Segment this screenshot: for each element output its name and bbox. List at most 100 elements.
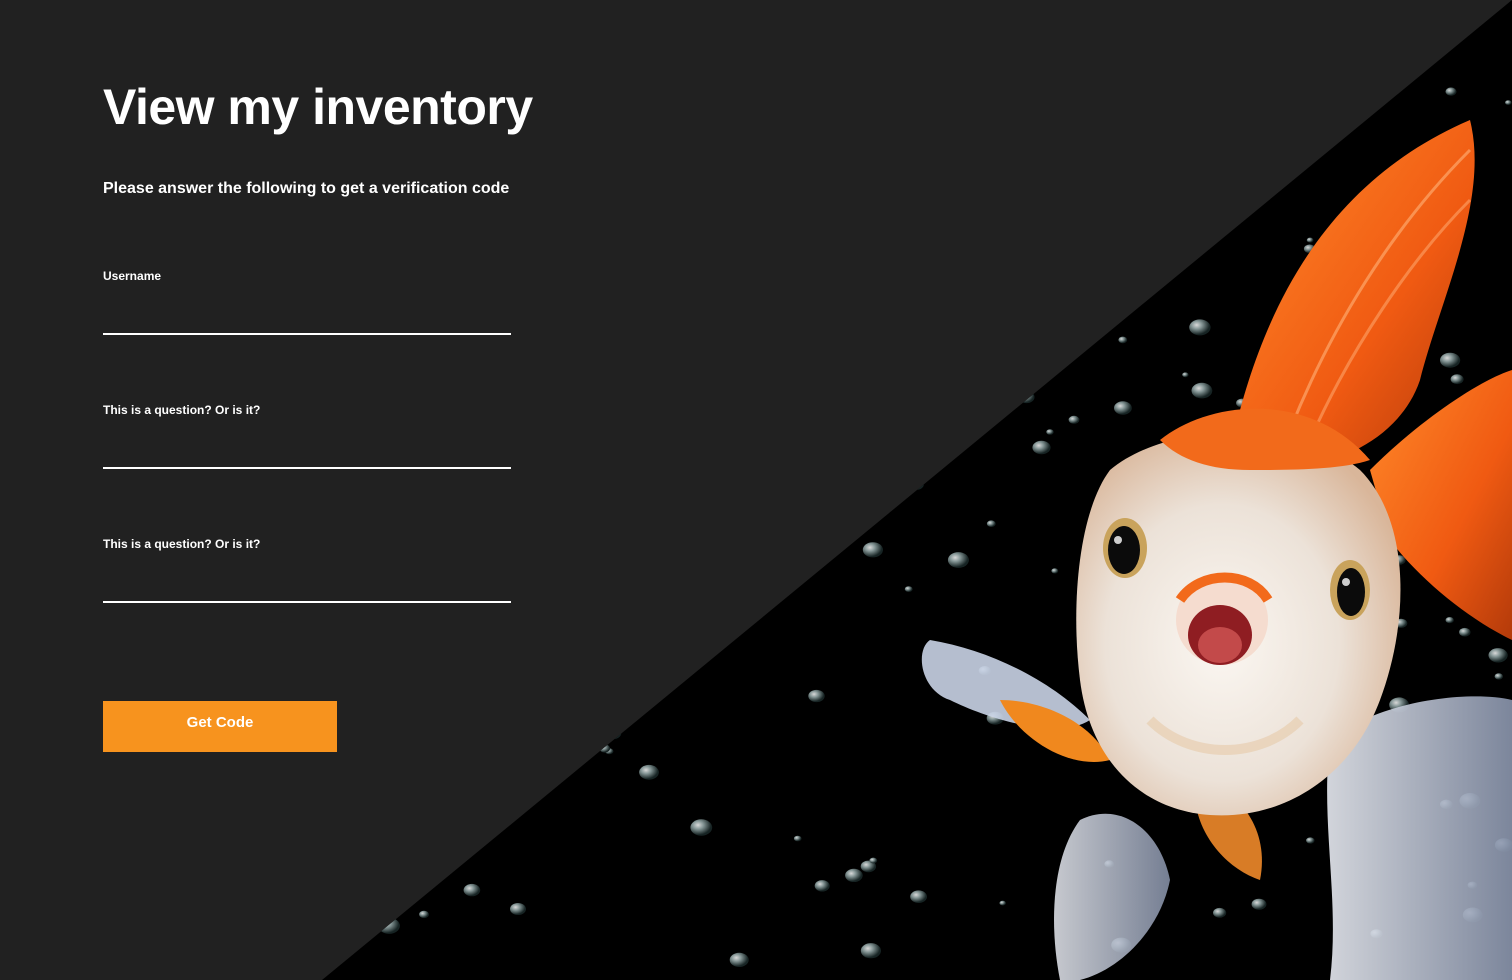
bubble — [1060, 162, 1073, 172]
bubble — [605, 726, 622, 740]
bubble — [614, 359, 635, 376]
bubble — [611, 131, 624, 140]
bubble — [599, 744, 611, 753]
verification-form: View my inventory Please answer the foll… — [103, 0, 563, 980]
bubble — [814, 880, 830, 892]
bubble — [1182, 372, 1189, 378]
bubble — [1251, 898, 1267, 910]
bubble — [856, 477, 868, 485]
bubble — [858, 167, 865, 173]
bubble — [613, 194, 626, 203]
bubble — [869, 306, 888, 321]
bubble — [805, 336, 825, 351]
bubble — [687, 300, 702, 312]
bubble — [1450, 374, 1464, 385]
bubble — [900, 142, 912, 152]
bubble — [809, 424, 828, 439]
bubble — [612, 296, 634, 312]
bubble — [971, 380, 980, 388]
bubble — [603, 684, 612, 692]
bubble — [618, 442, 633, 454]
bubble — [841, 420, 856, 432]
bubble — [911, 459, 921, 467]
bubble — [681, 110, 697, 123]
bubble — [862, 542, 884, 558]
bubble — [744, 151, 765, 167]
bubble — [1494, 673, 1504, 680]
form-subtitle: Please answer the following to get a ver… — [103, 180, 510, 197]
page-title: View my inventory — [103, 79, 533, 135]
bubble — [592, 346, 612, 361]
question-1-label: This is a question? Or is it? — [103, 403, 261, 417]
bubble — [909, 478, 924, 490]
bubble — [1191, 382, 1213, 399]
bubble — [1095, 207, 1106, 215]
question-2-field-group: This is a question? Or is it? — [103, 537, 511, 603]
bubble — [910, 890, 927, 903]
bubble — [949, 367, 956, 373]
bubble — [986, 520, 996, 527]
bubble — [905, 473, 925, 488]
bubble — [1046, 429, 1054, 435]
bubble — [1306, 837, 1315, 844]
bubble — [793, 835, 802, 842]
bubble — [590, 434, 597, 440]
bubble — [1124, 236, 1134, 244]
bubble — [1032, 440, 1051, 455]
bubble — [838, 149, 861, 166]
bubble — [716, 111, 724, 118]
bubble — [1189, 319, 1211, 336]
bubble — [610, 479, 626, 490]
bubble — [1068, 415, 1080, 424]
bubble — [593, 353, 607, 363]
question-1-input[interactable] — [103, 439, 511, 469]
bubble — [1440, 352, 1461, 368]
bubble — [692, 635, 700, 641]
bubble — [902, 288, 919, 301]
bubble — [1118, 336, 1128, 344]
bubble — [718, 579, 734, 591]
bubble — [625, 632, 638, 643]
bubble — [904, 586, 913, 592]
bubble — [839, 161, 862, 178]
bubble — [589, 587, 606, 600]
bubble — [947, 552, 969, 568]
bubble — [690, 819, 713, 836]
bubble — [1505, 100, 1512, 105]
bubble — [1114, 401, 1132, 415]
bubble — [907, 132, 919, 141]
bubble — [658, 85, 672, 95]
bubble — [1182, 176, 1196, 187]
bubble — [845, 868, 863, 883]
bubble — [869, 857, 878, 864]
bubble — [650, 399, 662, 409]
bubble — [999, 900, 1006, 906]
bubble — [874, 194, 893, 209]
bubble — [780, 247, 798, 260]
bubble — [1051, 568, 1059, 574]
bubble — [729, 952, 749, 968]
question-2-input[interactable] — [103, 573, 511, 603]
username-input[interactable] — [103, 305, 511, 335]
bubble — [1306, 237, 1314, 243]
question-1-field-group: This is a question? Or is it? — [103, 403, 511, 469]
bubble — [575, 433, 593, 447]
bubble — [1488, 648, 1508, 663]
bubble — [860, 943, 882, 959]
bubble — [728, 289, 746, 303]
bubble — [1445, 87, 1457, 96]
bubble — [1217, 144, 1230, 154]
bubble — [807, 360, 827, 376]
bubble — [1213, 907, 1227, 918]
bubble — [1098, 153, 1113, 164]
bubble — [1445, 617, 1454, 624]
bubble — [1012, 200, 1030, 214]
get-code-button[interactable]: Get Code — [103, 701, 337, 752]
question-2-label: This is a question? Or is it? — [103, 537, 261, 551]
bubble — [994, 275, 1010, 288]
username-field-group: Username — [103, 269, 511, 335]
verification-page: View my inventory Please answer the foll… — [0, 0, 1512, 980]
bubble — [1459, 627, 1471, 637]
username-label: Username — [103, 269, 162, 283]
bubble — [869, 224, 883, 235]
